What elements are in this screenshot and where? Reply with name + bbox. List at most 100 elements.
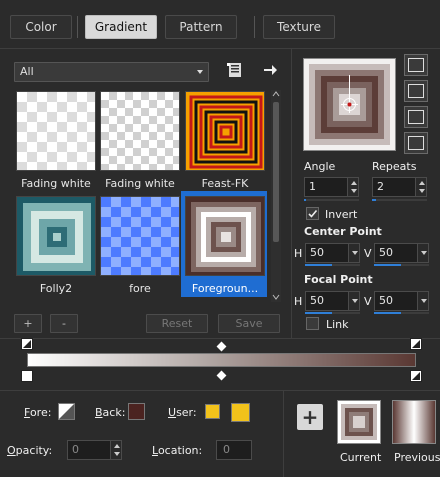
- center-v-input[interactable]: 50: [374, 243, 429, 263]
- preset-fore[interactable]: fore: [100, 196, 180, 295]
- repeats-spinner-arrows[interactable]: [415, 178, 426, 196]
- checkmark-icon: [308, 209, 318, 218]
- fore-label: Fore:: [24, 406, 52, 419]
- back-label: Back:: [95, 406, 126, 419]
- focal-v-dropdown[interactable]: [417, 292, 428, 310]
- editor-bottom-line: [0, 390, 440, 391]
- user-label: User:: [168, 406, 197, 419]
- preset-thumbnail: [16, 196, 96, 276]
- remove-preset-button[interactable]: -: [50, 314, 78, 333]
- editor-top-line: [0, 338, 440, 339]
- repeats-label: Repeats: [372, 160, 417, 173]
- add-preset-button[interactable]: +: [14, 314, 42, 333]
- center-v-slider-fill: [374, 264, 401, 266]
- preset-folly2[interactable]: Folly2: [16, 196, 96, 295]
- focal-h-dropdown[interactable]: [348, 292, 359, 310]
- repeats-slider-track[interactable]: [372, 199, 427, 201]
- angle-label: Angle: [304, 160, 336, 173]
- user-swatch[interactable]: [231, 403, 250, 422]
- scrollbar-thumb[interactable]: [273, 102, 279, 242]
- opacity-label: Opacity:: [7, 444, 53, 457]
- focal-point-label: Focal Point: [304, 273, 373, 286]
- preset-filter-value: All: [20, 65, 34, 78]
- opacity-value: 0: [72, 443, 79, 456]
- focal-v-input[interactable]: 50: [374, 291, 429, 311]
- current-swatch[interactable]: [337, 400, 381, 444]
- transparency-midpoint[interactable]: [216, 341, 227, 352]
- preset-thumbnail: [100, 91, 180, 171]
- preset-thumbnail: [100, 196, 180, 276]
- radial-style-button[interactable]: [404, 132, 428, 154]
- color-midpoint[interactable]: [216, 370, 227, 381]
- center-v-label: V: [364, 247, 372, 260]
- repeats-input[interactable]: 2: [372, 177, 427, 197]
- angle-value: 1: [309, 180, 316, 193]
- center-h-slider-fill: [305, 264, 332, 266]
- center-h-label: H: [294, 247, 303, 260]
- preset-name: Fading white: [105, 177, 175, 190]
- preset-thumbnail: [16, 91, 96, 171]
- tab-divider: [77, 16, 78, 38]
- panel-divider: [291, 48, 292, 338]
- gradient-preview[interactable]: [303, 58, 396, 151]
- tab-gradient[interactable]: Gradient: [85, 15, 157, 39]
- arrow-right-icon[interactable]: [262, 62, 278, 78]
- preset-scrollbar[interactable]: [271, 90, 281, 302]
- preset-feast-fk[interactable]: Feast-FK: [185, 91, 265, 190]
- linear-style-button[interactable]: [404, 54, 428, 76]
- focal-h-value: 50: [310, 294, 324, 307]
- chevron-down-icon: [197, 70, 203, 74]
- opacity-input[interactable]: 0: [67, 440, 122, 460]
- preset-name: Feast-FK: [201, 177, 249, 190]
- previous-label: Previous: [394, 451, 440, 464]
- fore-swatch[interactable]: [58, 403, 75, 420]
- location-value: 0: [223, 443, 230, 456]
- add-to-palette-button[interactable]: +: [297, 404, 323, 430]
- center-h-input[interactable]: 50: [305, 243, 360, 263]
- transparency-stop-left[interactable]: [21, 338, 33, 350]
- sunburst-style-button[interactable]: [404, 106, 428, 128]
- panel-top-line: [0, 48, 440, 49]
- gradient-bar[interactable]: [27, 353, 416, 367]
- resource-manager-icon[interactable]: [227, 62, 243, 78]
- preset-fading-white-1[interactable]: Fading white: [16, 91, 96, 190]
- focal-v-label: V: [364, 295, 372, 308]
- back-swatch[interactable]: [128, 403, 145, 420]
- focal-h-input[interactable]: 50: [305, 291, 360, 311]
- center-h-dropdown[interactable]: [348, 244, 359, 262]
- center-v-dropdown[interactable]: [417, 244, 428, 262]
- color-stop-right[interactable]: [410, 370, 422, 382]
- opacity-spinner-arrows[interactable]: [110, 441, 121, 459]
- previous-swatch[interactable]: [392, 400, 436, 444]
- tab-pattern[interactable]: Pattern: [165, 15, 237, 39]
- reset-button[interactable]: Reset: [146, 314, 208, 333]
- tab-divider: [254, 16, 255, 38]
- link-checkbox[interactable]: [306, 317, 319, 330]
- transparency-stop-right[interactable]: [410, 338, 422, 350]
- tab-texture[interactable]: Texture: [263, 15, 335, 39]
- save-button[interactable]: Save: [218, 314, 280, 333]
- preset-filter-dropdown[interactable]: All: [14, 62, 209, 82]
- angle-slider-track[interactable]: [304, 199, 359, 201]
- repeats-value: 2: [377, 180, 384, 193]
- preset-name: fore: [129, 282, 151, 295]
- current-label: Current: [340, 451, 382, 464]
- scroll-down-icon[interactable]: [272, 294, 280, 300]
- color-stop-left[interactable]: [21, 370, 33, 382]
- user-swatch-small[interactable]: [205, 404, 220, 419]
- angle-spinner-arrows[interactable]: [347, 178, 358, 196]
- center-point-label: Center Point: [304, 225, 382, 238]
- angle-input[interactable]: 1: [304, 177, 359, 197]
- focal-h-label: H: [294, 295, 303, 308]
- preset-foreground-selected[interactable]: Foregroun...: [185, 196, 265, 295]
- scroll-up-icon[interactable]: [272, 91, 280, 97]
- tab-color[interactable]: Color: [10, 15, 72, 39]
- angle-slider-fill: [304, 199, 306, 201]
- repeats-slider-fill: [372, 199, 376, 201]
- invert-checkbox[interactable]: [306, 207, 319, 220]
- link-label: Link: [326, 318, 349, 331]
- location-input[interactable]: 0: [216, 440, 252, 460]
- preset-fading-white-2[interactable]: Fading white: [100, 91, 180, 190]
- center-v-value: 50: [379, 246, 393, 259]
- rectangular-style-button[interactable]: [404, 80, 428, 102]
